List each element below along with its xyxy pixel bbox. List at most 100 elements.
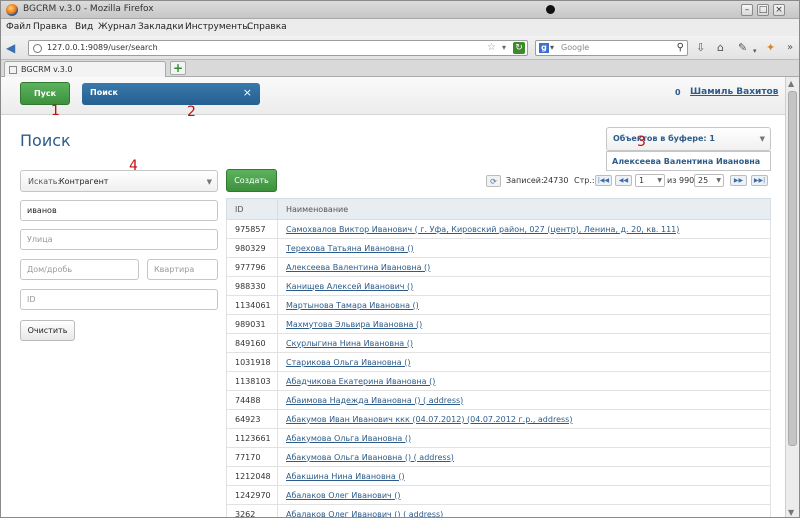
close-tab-icon[interactable]: × [243, 87, 252, 99]
create-button[interactable]: Создать [226, 169, 277, 192]
row-name-link[interactable]: Махмутова Эльвира Ивановна () [277, 314, 771, 334]
id-input[interactable]: ID [20, 289, 218, 310]
table-row[interactable]: 77170 Абакумова Ольга Ивановна () ( addre… [226, 447, 771, 467]
table-row[interactable]: 1212048 Абакшина Нина Ивановна () [226, 466, 771, 486]
flat-input[interactable]: Квартира [147, 259, 218, 280]
menu-file[interactable]: Файл [6, 22, 31, 32]
menu-bookmarks[interactable]: Закладки [138, 22, 184, 32]
history-dropdown-icon[interactable]: ▾ [502, 43, 506, 52]
refresh-icon[interactable]: ⟳ [486, 175, 501, 187]
row-name-link[interactable]: Абакумова Ольга Ивановна () ( address) [277, 447, 771, 467]
download-arrow-icon[interactable]: ⇩ [696, 41, 705, 55]
page-label: Стр.: [574, 176, 595, 185]
row-name-link[interactable]: Абалаков Олег Иванович () ( address) [277, 504, 771, 517]
menu-edit[interactable]: Правка [33, 22, 67, 32]
column-header-name[interactable]: Наименование [277, 198, 771, 220]
row-name-link[interactable]: Абакшина Нина Ивановна () [277, 466, 771, 486]
binoculars-icon[interactable]: ⚲ [677, 42, 684, 53]
web-search-bar[interactable]: g ▾ Google ⚲ [535, 40, 688, 56]
table-row[interactable]: 64923 Абакумов Иван Иванович ккк (04.07.2… [226, 409, 771, 429]
results-table: ID Наименование 975857 Самохвалов Виктор … [226, 198, 771, 517]
row-name-link[interactable]: Канищев Алексей Иванович () [277, 276, 771, 296]
chevron-down-icon: ▼ [657, 177, 662, 184]
home-icon[interactable]: ⌂ [717, 41, 724, 55]
table-row[interactable]: 1031918 Старикова Ольга Ивановна () [226, 352, 771, 372]
table-row[interactable]: 1138103 Абадчикова Екатерина Ивановна () [226, 371, 771, 391]
next-page-icon[interactable]: ▶▶ [730, 175, 747, 186]
page-select[interactable]: 1 ▼ [635, 174, 665, 187]
chevron-down-icon: ▼ [759, 135, 765, 143]
row-name-link[interactable]: Мартынова Тамара Ивановна () [277, 295, 771, 315]
table-row[interactable]: 74488 Абаимова Надежда Ивановна () ( addr… [226, 390, 771, 410]
name-input[interactable]: иванов [20, 200, 218, 221]
browser-tab[interactable]: BGCRM v.3.0 [4, 61, 166, 77]
page-total: из 990 [667, 176, 695, 185]
more-tools-icon[interactable]: » [787, 41, 793, 55]
table-row[interactable]: 975857 Самохвалов Виктор Иванович ( г. Уф… [226, 219, 771, 239]
row-name-link[interactable]: Абадчикова Екатерина Ивановна () [277, 371, 771, 391]
address-bar[interactable]: 127.0.0.1:9089/user/search ☆ ▾ ↻ [28, 40, 528, 56]
table-row[interactable]: 988330 Канищев Алексей Иванович () [226, 276, 771, 296]
scroll-down-icon[interactable]: ▼ [788, 508, 794, 517]
engine-dropdown-icon[interactable]: ▾ [550, 43, 554, 52]
minimize-icon[interactable]: – [741, 4, 753, 16]
search-type-select[interactable]: Искать: Контрагент ▼ [20, 170, 218, 192]
street-input[interactable]: Улица [20, 229, 218, 250]
row-name-link[interactable]: Терехова Татьяна Ивановна () [277, 238, 771, 258]
page-scrollbar[interactable]: ▲ ▼ [785, 77, 799, 517]
menu-history[interactable]: Журнал [98, 22, 136, 32]
addon-dropdown-icon[interactable]: ▾ [753, 44, 757, 58]
url-text: 127.0.0.1:9089/user/search [47, 43, 158, 52]
chevron-down-icon: ▼ [716, 177, 721, 184]
app-toolbar: Пуск Поиск × 0 Шамиль Вахитов [1, 77, 785, 115]
buffer-item[interactable]: Алексеева Валентина Ивановна [612, 157, 760, 166]
table-row[interactable]: 1123661 Абакумова Ольга Ивановна () [226, 428, 771, 448]
house-input[interactable]: Дом/дробь [20, 259, 139, 280]
back-arrow-icon[interactable]: ◀ [6, 41, 20, 55]
tab-search[interactable]: Поиск × [82, 83, 260, 105]
table-row[interactable]: 980329 Терехова Татьяна Ивановна () [226, 238, 771, 258]
google-icon[interactable]: g [539, 43, 549, 53]
notification-count[interactable]: 0 [675, 88, 681, 97]
start-button[interactable]: Пуск [20, 82, 70, 105]
row-name-link[interactable]: Самохвалов Виктор Иванович ( г. Уфа, Кир… [277, 219, 771, 239]
web-search-placeholder: Google [561, 43, 590, 52]
prev-page-icon[interactable]: ◀◀ [615, 175, 632, 186]
reload-icon[interactable]: ↻ [513, 42, 525, 54]
records-count: 24730 [543, 176, 569, 185]
table-row[interactable]: 849160 Скурлыгина Нина Ивановна () [226, 333, 771, 353]
scroll-up-icon[interactable]: ▲ [788, 79, 794, 88]
last-page-icon[interactable]: ▶▶| [751, 175, 768, 186]
clear-button[interactable]: Очистить [20, 320, 75, 341]
row-name-link[interactable]: Алексеева Валентина Ивановна () [277, 257, 771, 277]
bookmark-star-icon[interactable]: ☆ [487, 42, 496, 53]
first-page-icon[interactable]: |◀◀ [595, 175, 612, 186]
row-name-link[interactable]: Абакумов Иван Иванович ккк (04.07.2012) … [277, 409, 771, 429]
close-icon[interactable]: × [773, 4, 785, 16]
maximize-icon[interactable]: □ [757, 4, 769, 16]
table-row[interactable]: 1134061 Мартынова Тамара Ивановна () [226, 295, 771, 315]
scroll-thumb[interactable] [788, 91, 797, 446]
extension-icon[interactable]: ✦ [766, 41, 775, 55]
row-name-link[interactable]: Абалаков Олег Иванович () [277, 485, 771, 505]
row-name-link[interactable]: Абаимова Надежда Ивановна () ( address) [277, 390, 771, 410]
user-name-link[interactable]: Шамиль Вахитов [690, 87, 778, 97]
buffer-dropdown[interactable]: Объектов в буфере: 1 ▼ [606, 127, 771, 151]
table-row[interactable]: 977796 Алексеева Валентина Ивановна () [226, 257, 771, 277]
row-id: 3262 [226, 504, 278, 517]
row-name-link[interactable]: Старикова Ольга Ивановна () [277, 352, 771, 372]
row-name-link[interactable]: Скурлыгина Нина Ивановна () [277, 333, 771, 353]
menu-view[interactable]: Вид [75, 22, 93, 32]
addon-icon[interactable]: ✎ [738, 41, 747, 55]
menu-help[interactable]: Справка [247, 22, 287, 32]
menu-tools[interactable]: Инструменты [185, 22, 249, 32]
table-row[interactable]: 3262 Абалаков Олег Иванович () ( address) [226, 504, 771, 517]
row-id: 1212048 [226, 466, 278, 486]
table-row[interactable]: 989031 Махмутова Эльвира Ивановна () [226, 314, 771, 334]
table-row[interactable]: 1242970 Абалаков Олег Иванович () [226, 485, 771, 505]
column-header-id[interactable]: ID [226, 198, 278, 220]
row-name-link[interactable]: Абакумова Ольга Ивановна () [277, 428, 771, 448]
page-size-select[interactable]: 25 ▼ [694, 174, 724, 187]
new-tab-plus-icon[interactable]: + [170, 61, 186, 75]
row-id: 1031918 [226, 352, 278, 372]
